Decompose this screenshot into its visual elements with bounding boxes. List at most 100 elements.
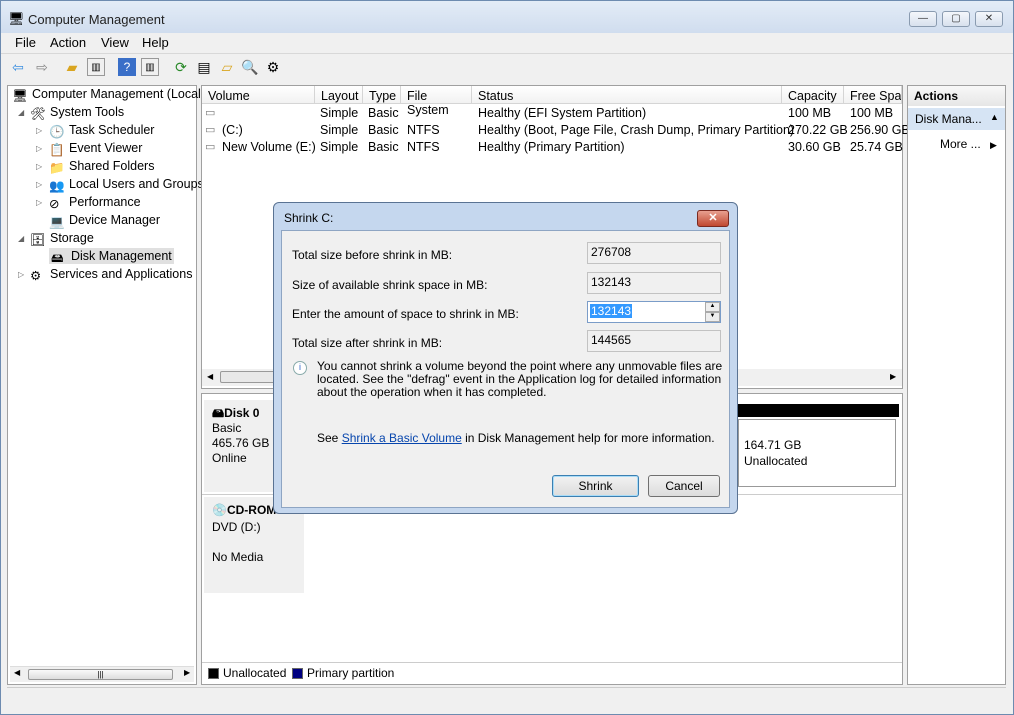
table-row[interactable]: ▭ Simple Basic Healthy (EFI System Partitio…: [202, 105, 902, 122]
open-folder-icon[interactable]: ▱: [218, 58, 236, 76]
scrollbar-thumb[interactable]: [220, 371, 280, 383]
actions-more[interactable]: More ... ▶: [940, 137, 997, 151]
minimize-button[interactable]: —: [909, 11, 937, 27]
collapse-up-icon[interactable]: ▲: [990, 112, 999, 122]
expand-arrow-icon[interactable]: ▷: [36, 126, 42, 135]
menu-bar: File Action View Help: [1, 33, 1013, 52]
tools-icon: 🛠: [30, 107, 46, 121]
event-viewer-icon: 📋: [49, 143, 65, 157]
disk-size: 465.76 GB: [212, 436, 270, 450]
table-row[interactable]: ▭ New Volume (E:) Simple Basic NTFS Healthy (…: [202, 139, 903, 156]
disk-state: Online: [212, 451, 247, 465]
table-cell: 100 MB: [850, 106, 894, 120]
tree-item-system-tools[interactable]: 🛠 System Tools: [30, 105, 124, 121]
menu-view[interactable]: View: [101, 35, 129, 50]
tree-item-performance[interactable]: ⊘ Performance: [49, 195, 141, 211]
scrollbar-thumb[interactable]: |||: [28, 669, 173, 680]
spin-up-button[interactable]: ▲: [705, 302, 720, 312]
volume-drive-icon: ▭: [205, 107, 216, 119]
properties-icon[interactable]: ▤: [195, 58, 213, 76]
tree-item-disk-management[interactable]: 🖴 Disk Management: [49, 248, 174, 265]
collapse-arrow-icon[interactable]: ◢: [18, 234, 24, 243]
expand-arrow-icon[interactable]: ▷: [36, 144, 42, 153]
input-value: 132143: [590, 304, 633, 318]
legend-swatch-unallocated: [208, 668, 219, 679]
refresh-icon[interactable]: ⟳: [172, 58, 190, 76]
settings-icon[interactable]: ⚙: [264, 58, 282, 76]
shrink-dialog: Shrink C: ✕ Total size before shrink in …: [273, 202, 738, 514]
scroll-left-icon[interactable]: ◀: [207, 372, 213, 381]
shrink-button[interactable]: Shrink: [552, 475, 639, 497]
expand-arrow-icon[interactable]: ▷: [36, 162, 42, 171]
tree-item-device-manager[interactable]: 💻 Device Manager: [49, 213, 160, 229]
actions-section-disk-management[interactable]: Disk Mana... ▲: [908, 108, 1005, 130]
tree-item-task-scheduler[interactable]: 🕒 Task Scheduler: [49, 123, 154, 139]
menu-action[interactable]: Action: [50, 35, 86, 50]
dialog-close-button[interactable]: ✕: [697, 210, 729, 227]
table-cell: NTFS: [407, 140, 440, 154]
expand-arrow-icon[interactable]: ▷: [18, 270, 24, 279]
column-file-system[interactable]: File System: [401, 86, 472, 117]
table-cell: Basic: [368, 106, 399, 120]
shared-folder-icon: 📁: [49, 161, 65, 175]
table-row[interactable]: ▭ (C:) Simple Basic NTFS Healthy (Boot, Page …: [202, 122, 910, 139]
spin-down-button[interactable]: ▼: [705, 312, 720, 322]
volume-drive-icon: ▭: [205, 141, 216, 153]
scroll-right-icon[interactable]: ▶: [890, 372, 896, 381]
show-hide-action-pane-icon[interactable]: ▥: [141, 58, 159, 76]
show-hide-tree-icon[interactable]: ▥: [87, 58, 105, 76]
menu-file[interactable]: File: [15, 35, 36, 50]
legend: Unallocated Primary partition: [202, 662, 902, 684]
collapse-arrow-icon[interactable]: ◢: [18, 108, 24, 117]
tree-item-storage[interactable]: 🗄 Storage: [30, 231, 94, 247]
info-text: You cannot shrink a volume beyond the po…: [317, 359, 723, 399]
table-cell: Healthy (Boot, Page File, Crash Dump, Pr…: [478, 123, 795, 137]
tree-horizontal-scrollbar[interactable]: ◀ ||| ▶: [10, 666, 194, 682]
status-bar: [7, 687, 1006, 709]
table-cell: New Volume (E:): [222, 140, 316, 154]
disk-icon: 🖴: [51, 251, 64, 265]
total-size-before-field: 276708: [587, 242, 721, 264]
maximize-button[interactable]: ▢: [942, 11, 970, 27]
tree-root[interactable]: 🖥 Computer Management (Local: [12, 87, 201, 103]
scroll-left-icon[interactable]: ◀: [14, 668, 20, 677]
column-capacity[interactable]: Capacity: [782, 86, 844, 104]
table-cell: Healthy (Primary Partition): [478, 140, 625, 154]
clock-icon: 🕒: [49, 125, 65, 139]
close-button[interactable]: ✕: [975, 11, 1003, 27]
column-type[interactable]: Type: [363, 86, 401, 104]
disk-icon: 🖴: [212, 406, 225, 420]
toolbar: ⇦ ⇨ ▰ ▥ ? ▥ ⟳ ▤ ▱ 🔍 ⚙: [1, 53, 1013, 80]
shrink-basic-volume-link[interactable]: Shrink a Basic Volume: [342, 431, 462, 445]
unallocated-partition[interactable]: 164.71 GB Unallocated: [736, 404, 899, 488]
legend-label: Primary partition: [307, 666, 395, 680]
expand-arrow-icon[interactable]: ▷: [36, 180, 42, 189]
computer-icon: 🖥: [12, 89, 28, 103]
cd-rom-icon: 💿: [212, 503, 227, 517]
table-cell: 25.74 GB: [850, 140, 903, 154]
up-folder-icon[interactable]: ▰: [63, 58, 81, 76]
search-icon[interactable]: 🔍: [241, 58, 259, 76]
help-icon[interactable]: ?: [118, 58, 136, 76]
shrink-amount-input[interactable]: 132143 ▲ ▼: [587, 301, 721, 323]
cancel-button[interactable]: Cancel: [648, 475, 720, 497]
expand-arrow-icon[interactable]: ▷: [36, 198, 42, 207]
forward-arrow-icon[interactable]: ⇨: [33, 58, 51, 76]
table-cell: Simple: [320, 140, 359, 154]
storage-icon: 🗄: [30, 233, 46, 247]
tree-item-services-applications[interactable]: ⚙ Services and Applications: [30, 267, 192, 283]
device-manager-icon: 💻: [49, 215, 65, 229]
table-cell: 256.90 GB: [850, 123, 910, 137]
menu-help[interactable]: Help: [142, 35, 169, 50]
tree-item-shared-folders[interactable]: 📁 Shared Folders: [49, 159, 154, 175]
column-free-space[interactable]: Free Spac: [844, 86, 902, 104]
back-arrow-icon[interactable]: ⇦: [9, 58, 27, 76]
tree-item-event-viewer[interactable]: 📋 Event Viewer: [49, 141, 142, 157]
column-status[interactable]: Status: [472, 86, 782, 104]
tree-item-local-users[interactable]: 👥 Local Users and Groups: [49, 177, 204, 193]
column-volume[interactable]: Volume: [202, 86, 315, 104]
dialog-body: Total size before shrink in MB: 276708 S…: [281, 230, 730, 508]
column-layout[interactable]: Layout: [315, 86, 363, 104]
scroll-right-icon[interactable]: ▶: [184, 668, 190, 677]
table-cell: NTFS: [407, 123, 440, 137]
